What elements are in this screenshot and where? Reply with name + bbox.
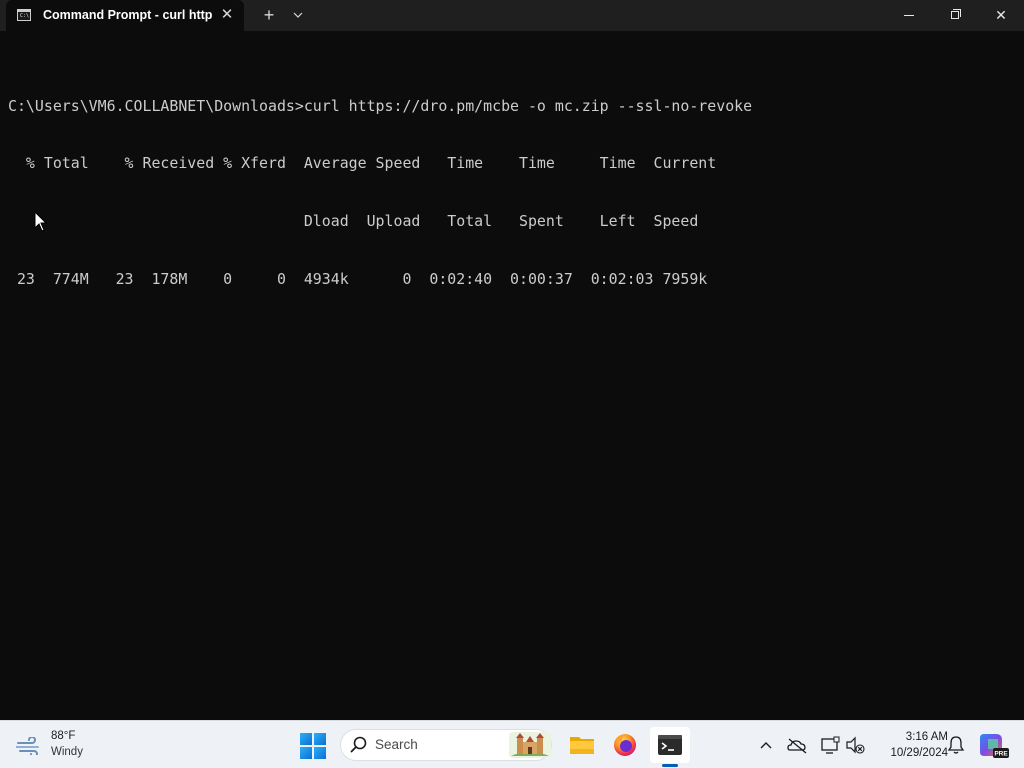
mouse-cursor-icon xyxy=(34,211,48,232)
command-prompt-icon: C:\ xyxy=(17,9,31,21)
copilot-badge: PRE xyxy=(994,751,1008,758)
file-explorer-button[interactable] xyxy=(562,727,602,763)
restore-icon xyxy=(951,11,959,19)
terminal-window: C:\ Command Prompt - curl http ✕ + ✕ C:\… xyxy=(0,0,1024,720)
minimize-icon xyxy=(904,15,914,16)
tab-command-prompt[interactable]: C:\ Command Prompt - curl http ✕ xyxy=(6,0,244,31)
copilot-button[interactable]: PRE xyxy=(978,730,1010,760)
volume-muted-icon xyxy=(846,736,865,754)
terminal-line: Dload Upload Total Spent Left Speed xyxy=(8,212,699,231)
terminal-taskbar-button[interactable] xyxy=(650,727,690,763)
restore-button[interactable] xyxy=(932,0,978,31)
tab-dropdown-button[interactable] xyxy=(289,5,307,25)
wind-icon xyxy=(16,737,39,755)
close-tab-icon[interactable]: ✕ xyxy=(219,6,235,24)
search-icon xyxy=(350,736,367,753)
chevron-down-icon xyxy=(293,12,303,18)
title-bar[interactable]: C:\ Command Prompt - curl http ✕ + ✕ xyxy=(0,0,1024,31)
weather-temperature: 88°F xyxy=(51,730,76,742)
file-explorer-icon xyxy=(570,737,594,754)
chevron-up-icon xyxy=(760,742,772,749)
display-tray-button[interactable] xyxy=(817,731,843,759)
close-icon: ✕ xyxy=(995,7,1007,23)
terminal-line: 23 774M 23 178M 0 0 4934k 0 0:02:40 0:00… xyxy=(8,270,708,289)
tab-title: Command Prompt - curl http xyxy=(43,8,213,22)
new-tab-button[interactable]: + xyxy=(258,4,280,26)
weather-widget[interactable]: 88°F Windy xyxy=(16,729,106,763)
weather-condition: Windy xyxy=(51,746,83,758)
notification-bell-icon[interactable] xyxy=(946,734,966,756)
tab-icon-glyph: C:\ xyxy=(20,13,30,19)
close-window-button[interactable]: ✕ xyxy=(978,0,1024,31)
clock-time: 3:16 AM xyxy=(905,731,948,743)
clock-date: 10/29/2024 xyxy=(890,747,948,759)
display-icon xyxy=(821,736,840,754)
onedrive-offline-icon xyxy=(787,738,807,754)
terminal-icon xyxy=(658,735,682,755)
copilot-icon: PRE xyxy=(980,734,1009,758)
terminal-line: C:\Users\VM6.COLLABNET\Downloads>curl ht… xyxy=(8,96,753,115)
terminal-output[interactable]: C:\Users\VM6.COLLABNET\Downloads>curl ht… xyxy=(8,58,752,328)
active-app-indicator xyxy=(662,764,678,767)
taskbar: 88°F Windy Search 3:16 AM 10/29/2024 PRE xyxy=(0,720,1024,768)
terminal-line: % Total % Received % Xferd Average Speed… xyxy=(8,154,717,173)
firefox-icon xyxy=(614,734,636,756)
minimize-button[interactable] xyxy=(886,0,932,31)
volume-tray-button[interactable] xyxy=(843,731,869,759)
onedrive-tray-button[interactable] xyxy=(785,731,811,759)
taskbar-search-box[interactable]: Search xyxy=(340,729,552,761)
show-hidden-icons-button[interactable] xyxy=(753,731,779,759)
firefox-button[interactable] xyxy=(605,727,645,763)
search-placeholder: Search xyxy=(375,737,418,752)
windows-start-icon[interactable] xyxy=(300,733,326,759)
system-clock[interactable]: 3:16 AM 10/29/2024 xyxy=(872,729,948,761)
search-highlight-castle-icon xyxy=(509,732,551,758)
